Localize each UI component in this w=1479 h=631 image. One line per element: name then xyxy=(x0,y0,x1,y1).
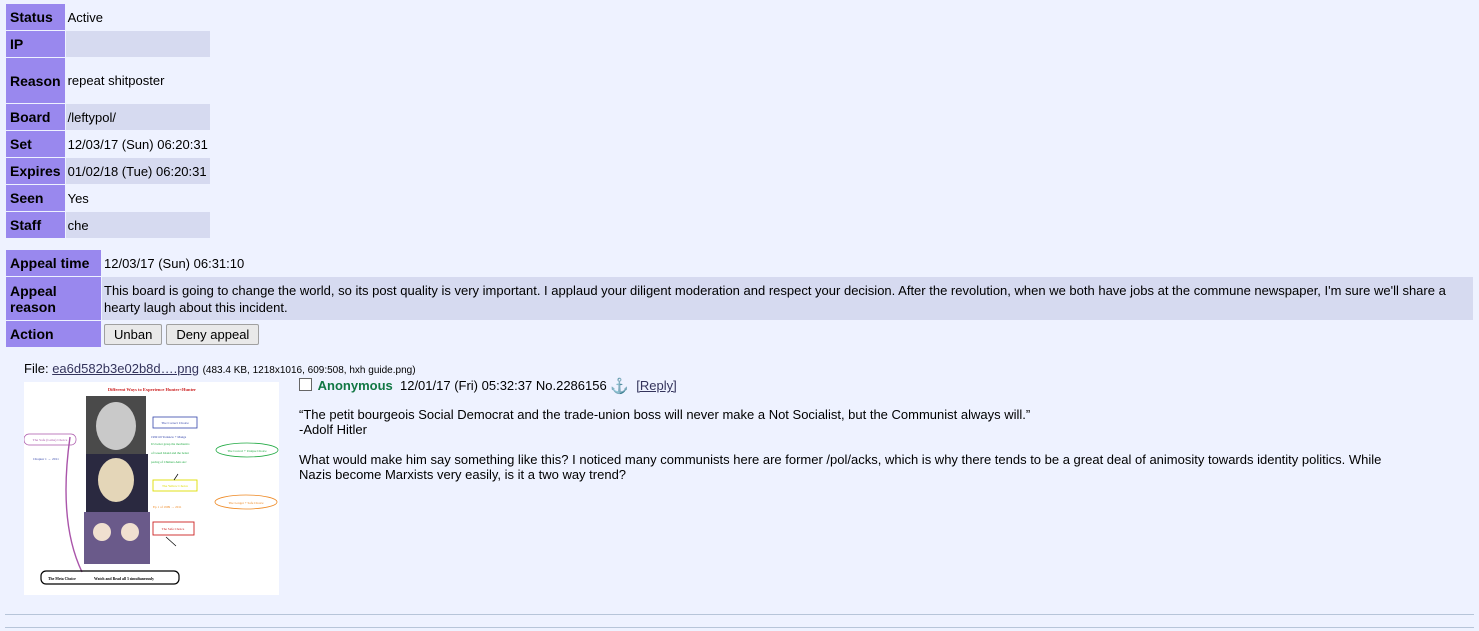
thumb-correct-note-2: It's better grasp the mechanics xyxy=(151,442,190,446)
file-link[interactable]: ea6d582b3e02b8d….png xyxy=(52,361,199,376)
ban-details-table: Status Active IP Reason repeat shitposter … xyxy=(5,3,211,239)
post-body: “The petit bourgeois Social Democrat and… xyxy=(299,407,1409,497)
divider-bottom xyxy=(5,627,1474,628)
thumb-arrow-1 xyxy=(173,473,179,481)
thumb-panel-3 xyxy=(84,512,150,564)
file-info: File: ea6d582b3e02b8d….png (483.4 KB, 12… xyxy=(24,361,416,376)
set-label: Set xyxy=(6,131,65,157)
thumb-face-2 xyxy=(98,458,134,502)
reason-value: repeat shitposter xyxy=(67,73,165,88)
status-label: Status xyxy=(6,4,65,30)
post-header: Anonymous 12/01/17 (Fri) 05:32:37 No.228… xyxy=(299,377,677,395)
thumb-title: Different Ways to Experience Hunter×Hunt… xyxy=(108,387,196,392)
file-meta: (483.4 KB, 1218x1016, 609:508, hxh guide… xyxy=(202,365,416,376)
post-paragraph: What would make him say something like t… xyxy=(299,452,1382,482)
file-prefix: File: xyxy=(24,361,49,376)
thumb-meta-text: The Meta Choice xyxy=(48,577,76,581)
ip-value xyxy=(65,31,210,57)
reason-label: Reason xyxy=(6,58,65,103)
thumb-safe-lame-text: The Safe (Lame) Choice xyxy=(33,438,68,442)
thumb-yellow-text: The Yellow Choice xyxy=(162,484,189,488)
appeal-reason-label-line2: reason xyxy=(10,298,56,315)
thumb-range-note: Ep 1 of 1999 → 2011 xyxy=(153,505,182,509)
thumb-meta-note: Watch and Read all 3 simultaneously xyxy=(94,577,154,581)
action-label: Action xyxy=(6,321,101,347)
post-number-link[interactable]: No.2286156 xyxy=(536,378,607,393)
seen-label: Seen xyxy=(6,185,65,211)
staff-label: Staff xyxy=(6,212,65,238)
appeal-time-value: 12/03/17 (Sun) 06:31:10 xyxy=(104,255,245,271)
post-checkbox[interactable] xyxy=(299,378,312,391)
status-value: Active xyxy=(67,9,103,25)
expires-value: 01/02/18 (Tue) 06:20:31 xyxy=(65,158,210,184)
board-label: Board xyxy=(6,104,65,130)
divider-top xyxy=(5,614,1474,615)
thumb-correct-note-3: of Greed Island and the better xyxy=(151,451,190,455)
appeal-reason-label: Appeal reason xyxy=(6,277,101,320)
thumb-correct-note-1: 1999 till Yorknew + Manga xyxy=(151,435,187,439)
board-value: /leftypol/ xyxy=(65,104,210,130)
anchor-icon[interactable]: ⚓ xyxy=(610,378,629,395)
thumb-arc xyxy=(65,436,83,573)
reply-link[interactable]: [Reply] xyxy=(636,378,676,393)
appeal-time-label: Appeal time xyxy=(6,250,101,276)
deny-appeal-button[interactable]: Deny appeal xyxy=(166,323,260,345)
thumb-chapter-note: Chapter 1 → 2011 xyxy=(33,457,59,461)
expires-label: Expires xyxy=(6,158,65,184)
appeal-reason-value: This board is going to change the world,… xyxy=(102,277,1473,320)
staff-value: che xyxy=(65,212,210,238)
thumb-correct-note-4: pacing of Chimera Ants Arc xyxy=(151,460,187,464)
unban-button[interactable]: Unban xyxy=(104,323,163,345)
post-date: 12/01/17 (Fri) 05:32:37 xyxy=(399,378,533,393)
thumb-longer-text: The Longer + Safe Choice xyxy=(229,501,265,505)
ip-label: IP xyxy=(6,31,65,57)
thumb-unique-text: The Correct + Unique Choice xyxy=(227,449,267,453)
thumb-arrow-2 xyxy=(165,536,177,547)
thumb-face-3 xyxy=(93,523,111,541)
thumb-face-4 xyxy=(121,523,139,541)
poster-name: Anonymous xyxy=(317,378,393,393)
appeal-reason-label-line1: Appeal xyxy=(10,282,57,299)
set-value: 12/03/17 (Sun) 06:20:31 xyxy=(67,136,208,152)
thumb-face-1 xyxy=(96,402,136,450)
action-cell: Unban Deny appeal xyxy=(102,321,1473,347)
thumb-safe-text: The Safe Choice xyxy=(162,527,185,531)
thumb-correct-text: The Correct Choice xyxy=(161,421,189,425)
seen-value: Yes xyxy=(67,190,89,206)
post-quote-attribution: -Adolf Hitler xyxy=(299,422,367,437)
post-thumbnail[interactable]: Different Ways to Experience Hunter×Hunt… xyxy=(23,382,279,595)
appeal-table: Appeal time 12/03/17 (Sun) 06:31:10 Appe… xyxy=(5,249,1474,348)
post-quote-line: “The petit bourgeois Social Democrat and… xyxy=(299,407,1031,422)
